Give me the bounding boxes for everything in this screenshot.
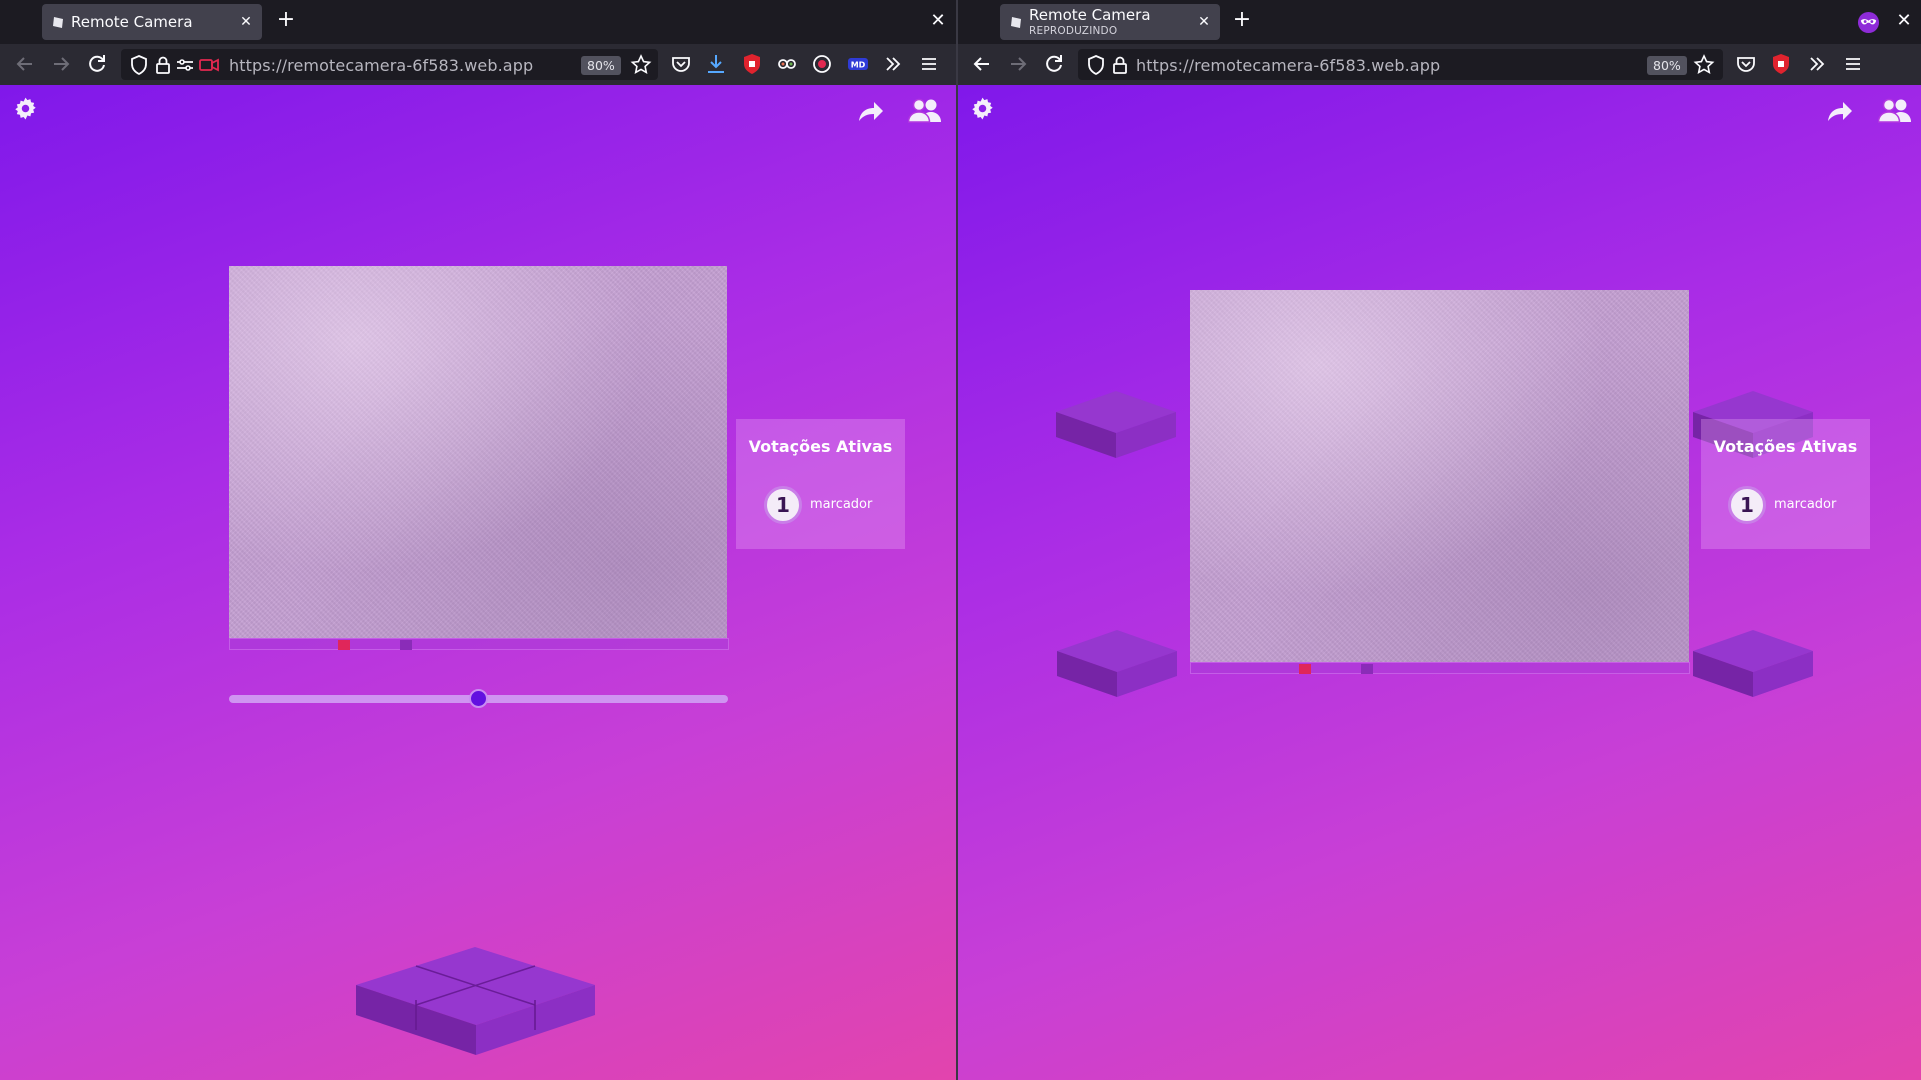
gear-icon[interactable] [13,96,38,121]
marker-timeline[interactable] [1190,662,1690,674]
camera-video-feed[interactable] [1190,290,1689,662]
overflow-chevrons-icon[interactable] [881,52,905,76]
hamburger-menu-icon[interactable] [1841,52,1865,76]
grid-platform-icon[interactable] [354,945,597,1057]
votes-panel-title: Votações Ativas [748,437,893,456]
window-close-button[interactable]: ✕ [929,12,947,30]
active-votes-panel: Votações Ativas 1 marcador [736,419,905,549]
url-text: https://remotecamera-6f583.web.app [1136,56,1441,75]
ublock-extension-icon[interactable] [1769,52,1793,76]
tab-bar: Remote Camera REPRODUZINDO ✕ + ✕ [958,0,1921,44]
marker-timeline[interactable] [229,638,729,650]
users-icon[interactable] [1878,97,1912,125]
gear-icon[interactable] [970,96,995,121]
lock-icon[interactable] [151,53,175,77]
hamburger-menu-icon[interactable] [917,52,941,76]
forward-arrow-icon[interactable] [1006,52,1030,76]
new-tab-button[interactable]: + [1231,9,1253,32]
shield-icon[interactable] [127,53,151,77]
tab-title: Remote Camera [71,13,193,31]
bookmark-star-icon[interactable] [1692,53,1716,77]
vote-count-badge[interactable]: 1 [764,486,802,524]
private-browsing-mask-icon [1857,11,1880,34]
reload-icon[interactable] [1042,52,1066,76]
timeline-marker-purple[interactable] [400,640,412,650]
url-text: https://remotecamera-6f583.web.app [229,56,534,75]
tab-remote-camera[interactable]: Remote Camera REPRODUZINDO ✕ [1000,4,1220,40]
forward-arrow-icon[interactable] [49,52,73,76]
app-favicon-icon [53,17,63,28]
timeline-marker-red[interactable] [338,640,350,650]
reload-icon[interactable] [85,52,109,76]
svg-text:MD: MD [851,61,866,70]
tab-title: Remote Camera [1029,6,1151,24]
browser-window-right: Remote Camera REPRODUZINDO ✕ + ✕ https:/… [958,0,1921,1080]
app-viewport: Votações Ativas 1 marcador [0,85,956,1080]
timeline-marker-purple[interactable] [1361,664,1373,674]
tab-close-icon[interactable]: ✕ [1196,14,1212,30]
app-viewport: Votações Ativas 1 marcador [958,85,1921,1080]
timeline-marker-red[interactable] [1299,664,1311,674]
record-extension-icon[interactable] [810,52,834,76]
scrub-slider[interactable] [229,689,728,708]
bookmark-star-icon[interactable] [629,53,653,77]
ublock-extension-icon[interactable] [740,52,764,76]
users-icon[interactable] [908,97,942,125]
vote-label: marcador [810,497,873,512]
share-arrow-icon[interactable] [1826,98,1854,124]
corner-block-bottom-right-icon[interactable] [1692,629,1814,699]
url-bar[interactable]: https://remotecamera-6f583.web.app 80% [121,49,658,80]
tampermonkey-extension-icon[interactable] [775,52,799,76]
overflow-chevrons-icon[interactable] [1805,52,1829,76]
zoom-level-badge[interactable]: 80% [1647,56,1687,75]
tab-remote-camera[interactable]: Remote Camera ✕ [42,4,262,40]
tab-close-icon[interactable]: ✕ [238,14,254,30]
navigation-toolbar: https://remotecamera-6f583.web.app 80% M… [0,44,956,85]
back-arrow-icon[interactable] [13,52,37,76]
zoom-level-badge[interactable]: 80% [581,56,621,75]
url-bar[interactable]: https://remotecamera-6f583.web.app 80% [1078,49,1723,80]
markdown-extension-icon[interactable]: MD [846,52,870,76]
back-arrow-icon[interactable] [970,52,994,76]
active-votes-panel: Votações Ativas 1 marcador [1701,419,1870,549]
browser-window-left: Remote Camera ✕ + ✕ https://remotecamera… [0,0,956,1080]
corner-block-bottom-left-icon[interactable] [1056,629,1178,699]
shield-icon[interactable] [1084,53,1108,77]
pocket-icon[interactable] [669,52,693,76]
corner-block-top-left-icon[interactable] [1055,390,1177,460]
camera-sharing-icon[interactable] [197,53,221,77]
app-favicon-icon [1011,17,1021,28]
download-icon[interactable] [704,52,728,76]
tab-audio-status: REPRODUZINDO [1029,25,1118,37]
lock-icon[interactable] [1108,53,1132,77]
navigation-toolbar: https://remotecamera-6f583.web.app 80% [958,44,1921,85]
slider-thumb[interactable] [469,689,488,708]
pocket-icon[interactable] [1734,52,1758,76]
share-arrow-icon[interactable] [857,98,885,124]
votes-panel-title: Votações Ativas [1713,437,1858,456]
tab-bar: Remote Camera ✕ + ✕ [0,0,956,44]
permissions-icon[interactable] [173,53,197,77]
new-tab-button[interactable]: + [275,9,297,32]
window-close-button[interactable]: ✕ [1895,12,1913,30]
vote-count-badge[interactable]: 1 [1728,486,1766,524]
camera-video-feed[interactable] [229,266,727,638]
vote-label: marcador [1774,497,1837,512]
